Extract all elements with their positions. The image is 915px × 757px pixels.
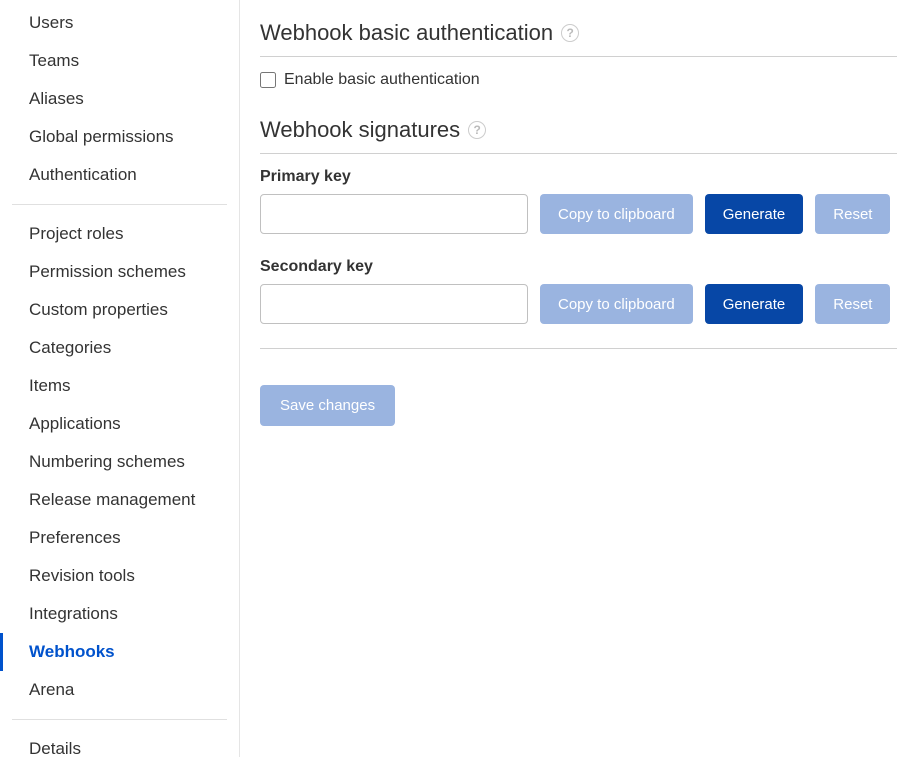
heading-text: Webhook basic authentication [260,20,553,46]
heading-text: Webhook signatures [260,117,460,143]
main-content: Webhook basic authentication ? Enable ba… [240,0,915,757]
secondary-key-row: Copy to clipboard Generate Reset [260,284,897,324]
secondary-key-label: Secondary key [260,258,897,276]
sidebar-item-items[interactable]: Items [0,367,239,405]
primary-generate-button[interactable]: Generate [705,194,804,234]
sidebar-divider [12,719,227,720]
secondary-key-input[interactable] [260,284,528,324]
sidebar-group-2: Project roles Permission schemes Custom … [0,211,239,713]
secondary-generate-button[interactable]: Generate [705,284,804,324]
sidebar-item-webhooks[interactable]: Webhooks [0,633,239,671]
sidebar-item-integrations[interactable]: Integrations [0,595,239,633]
sidebar-item-revision-tools[interactable]: Revision tools [0,557,239,595]
sidebar-group-1: Users Teams Aliases Global permissions A… [0,0,239,198]
primary-key-label: Primary key [260,168,897,186]
secondary-reset-button[interactable]: Reset [815,284,890,324]
enable-basic-auth-row: Enable basic authentication [260,71,897,89]
sidebar-item-applications[interactable]: Applications [0,405,239,443]
enable-basic-auth-label[interactable]: Enable basic authentication [284,71,480,89]
sidebar-item-global-permissions[interactable]: Global permissions [0,118,239,156]
secondary-copy-button[interactable]: Copy to clipboard [540,284,693,324]
sidebar[interactable]: Users Teams Aliases Global permissions A… [0,0,240,757]
primary-key-row: Copy to clipboard Generate Reset [260,194,897,234]
help-icon[interactable]: ? [561,24,579,42]
sidebar-divider [12,204,227,205]
primary-key-input[interactable] [260,194,528,234]
sidebar-item-project-roles[interactable]: Project roles [0,215,239,253]
section-heading-signatures: Webhook signatures ? [260,117,897,143]
sidebar-item-teams[interactable]: Teams [0,42,239,80]
primary-reset-button[interactable]: Reset [815,194,890,234]
sidebar-item-release-management[interactable]: Release management [0,481,239,519]
section-rule [260,348,897,349]
sidebar-item-categories[interactable]: Categories [0,329,239,367]
enable-basic-auth-checkbox[interactable] [260,72,276,88]
save-changes-button[interactable]: Save changes [260,385,395,426]
sidebar-item-users[interactable]: Users [0,4,239,42]
sidebar-item-arena[interactable]: Arena [0,671,239,709]
sidebar-item-aliases[interactable]: Aliases [0,80,239,118]
section-heading-basic-auth: Webhook basic authentication ? [260,20,897,46]
section-rule [260,56,897,57]
sidebar-item-preferences[interactable]: Preferences [0,519,239,557]
primary-copy-button[interactable]: Copy to clipboard [540,194,693,234]
sidebar-item-details[interactable]: Details [0,730,239,757]
sidebar-item-numbering-schemes[interactable]: Numbering schemes [0,443,239,481]
help-icon[interactable]: ? [468,121,486,139]
sidebar-group-3: Details [0,726,239,757]
sidebar-item-custom-properties[interactable]: Custom properties [0,291,239,329]
section-rule [260,153,897,154]
sidebar-item-permission-schemes[interactable]: Permission schemes [0,253,239,291]
sidebar-item-authentication[interactable]: Authentication [0,156,239,194]
